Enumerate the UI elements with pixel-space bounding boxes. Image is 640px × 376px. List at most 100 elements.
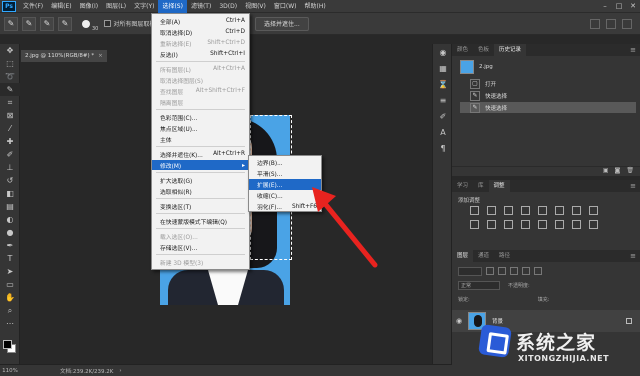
maximize-icon[interactable]: □ [612, 2, 626, 10]
blur-tool-icon[interactable]: ◐ [0, 213, 20, 226]
quick-selection-tool-icon[interactable]: ✎ [4, 16, 18, 31]
add-to-selection-icon[interactable]: ✎ [40, 16, 54, 31]
layer-kind-filter[interactable] [458, 266, 482, 276]
new-selection-icon[interactable]: ✎ [22, 16, 36, 31]
zoom-tool-icon[interactable]: ⌕ [0, 304, 20, 317]
zoom-level[interactable]: 110% [0, 368, 20, 374]
tab-color[interactable]: 颜色 [452, 44, 473, 56]
frame-tool-icon[interactable]: ⊠ [0, 109, 20, 122]
sample-all-layers-checkbox[interactable] [104, 20, 112, 27]
type-panel-icon[interactable]: A [433, 124, 453, 140]
tab-layers[interactable]: 图层 [452, 250, 474, 262]
color-lookup-icon[interactable] [504, 220, 513, 229]
close-tab-icon[interactable]: × [98, 53, 103, 59]
select-menu-item[interactable]: 色彩范围(C)... [152, 112, 249, 122]
history-state[interactable]: ✎ 快速选择 [460, 90, 636, 101]
foreground-color-swatch[interactable] [3, 340, 12, 349]
swatches-panel-icon[interactable]: ▦ [433, 60, 453, 76]
brush-panel-icon[interactable]: ✐ [433, 108, 453, 124]
type-filter-icon[interactable] [510, 267, 518, 275]
history-state[interactable]: ▢ 打开 [460, 78, 636, 89]
modify-submenu-item[interactable]: 收缩(C)... [249, 190, 321, 201]
color-balance-icon[interactable] [572, 206, 581, 215]
select-menu-item[interactable]: 反选(I) Shift+Ctrl+I [152, 49, 249, 59]
search-icon[interactable] [590, 19, 600, 29]
brightness-contrast-icon[interactable] [470, 206, 479, 215]
menu-layer[interactable]: 图层(L) [102, 0, 130, 13]
panel-menu-icon[interactable]: ≡ [630, 46, 640, 54]
smart-object-filter-icon[interactable] [534, 267, 542, 275]
dodge-tool-icon[interactable]: ● [0, 226, 20, 239]
close-icon[interactable]: ✕ [626, 2, 640, 10]
vibrance-icon[interactable] [538, 206, 547, 215]
eyedropper-tool-icon[interactable]: ⁄ [0, 122, 20, 135]
path-selection-icon[interactable]: ➤ [0, 265, 20, 278]
menu-file[interactable]: 文件(F) [19, 0, 47, 13]
tab-history[interactable]: 历史记录 [494, 44, 527, 56]
blend-mode-select[interactable]: 正常 [458, 280, 500, 290]
hand-tool-icon[interactable]: ✋ [0, 291, 20, 304]
new-document-from-state-icon[interactable]: ▣ [603, 167, 609, 176]
levels-icon[interactable] [487, 206, 496, 215]
pen-tool-icon[interactable]: ✒ [0, 239, 20, 252]
threshold-icon[interactable] [555, 220, 564, 229]
select-menu-item[interactable]: 选择并遮住(K)... Alt+Ctrl+R [152, 149, 249, 159]
menu-select[interactable]: 选择(S) [158, 0, 187, 13]
tab-adjustments[interactable]: 调整 [488, 180, 510, 192]
tab-libraries[interactable]: 库 [473, 180, 489, 192]
crop-tool-icon[interactable]: ⌗ [0, 96, 20, 109]
select-menu-item[interactable]: 取消选择(D) Ctrl+D [152, 27, 249, 37]
invert-icon[interactable] [521, 220, 530, 229]
color-panel-icon[interactable]: ◉ [433, 44, 453, 60]
tab-paths[interactable]: 路径 [494, 250, 515, 262]
properties-panel-icon[interactable]: ≡ [433, 92, 453, 108]
panel-menu-icon[interactable]: ≡ [630, 182, 640, 190]
select-menu-item[interactable]: 变换选区(T) [152, 201, 249, 211]
visibility-eye-icon[interactable]: ◉ [452, 317, 466, 325]
select-and-mask-button[interactable]: 选择并遮住... [255, 17, 309, 31]
curves-icon[interactable] [504, 206, 513, 215]
tab-swatches[interactable]: 色板 [473, 44, 494, 56]
modify-submenu-item[interactable]: 边界(B)... [249, 157, 321, 168]
black-white-icon[interactable] [589, 206, 598, 215]
exposure-icon[interactable] [521, 206, 530, 215]
rectangle-tool-icon[interactable]: ▭ [0, 278, 20, 291]
select-menu-item[interactable]: 在快速蒙版模式下编辑(Q) [152, 216, 249, 226]
menu-window[interactable]: 窗口(W) [270, 0, 301, 13]
photo-filter-icon[interactable] [470, 220, 479, 229]
posterize-icon[interactable] [538, 220, 547, 229]
selective-color-icon[interactable] [589, 220, 598, 229]
adjustment-filter-icon[interactable] [498, 267, 506, 275]
panel-menu-icon[interactable]: ≡ [630, 252, 640, 260]
gradient-tool-icon[interactable]: ▤ [0, 200, 20, 213]
menu-edit[interactable]: 编辑(E) [47, 0, 75, 13]
menu-filter[interactable]: 滤镜(T) [187, 0, 215, 13]
select-menu-item[interactable]: 全部(A) Ctrl+A [152, 16, 249, 26]
healing-brush-icon[interactable]: ✚ [0, 135, 20, 148]
menu-image[interactable]: 图像(I) [76, 0, 102, 13]
quick-selection-tool-icon[interactable]: ✎ [0, 83, 20, 96]
history-snapshot[interactable]: 2.jpg [460, 59, 636, 75]
clone-stamp-icon[interactable]: ⊥ [0, 161, 20, 174]
brush-tool-icon[interactable]: ✐ [0, 148, 20, 161]
modify-submenu-item[interactable]: 羽化(F)... Shift+F6 [249, 201, 321, 212]
lasso-tool-icon[interactable]: ➰ [0, 70, 20, 83]
select-menu-item[interactable]: 选取相似(R) [152, 186, 249, 196]
menu-3d[interactable]: 3D(D) [215, 0, 241, 13]
select-menu-item[interactable]: 主体 [152, 134, 249, 144]
shape-filter-icon[interactable] [522, 267, 530, 275]
select-menu-item[interactable]: 扩大选取(G) [152, 175, 249, 185]
status-arrow-icon[interactable]: › [119, 368, 121, 374]
workspace-icon[interactable] [606, 19, 616, 29]
type-tool-icon[interactable]: T [0, 252, 20, 265]
modify-submenu-item[interactable]: 平滑(S)... [249, 168, 321, 179]
hue-saturation-icon[interactable] [555, 206, 564, 215]
minimize-icon[interactable]: – [598, 2, 612, 10]
gradient-map-icon[interactable] [572, 220, 581, 229]
eraser-tool-icon[interactable]: ◧ [0, 187, 20, 200]
move-tool-icon[interactable]: ✥ [0, 44, 20, 57]
more-tools-icon[interactable]: ⋯ [0, 317, 20, 330]
snapshot-camera-icon[interactable]: ◙ [615, 167, 621, 176]
modify-submenu-item[interactable]: 扩展(E)... [249, 179, 321, 190]
history-state-current[interactable]: ✎ 快速选择 [460, 102, 636, 113]
